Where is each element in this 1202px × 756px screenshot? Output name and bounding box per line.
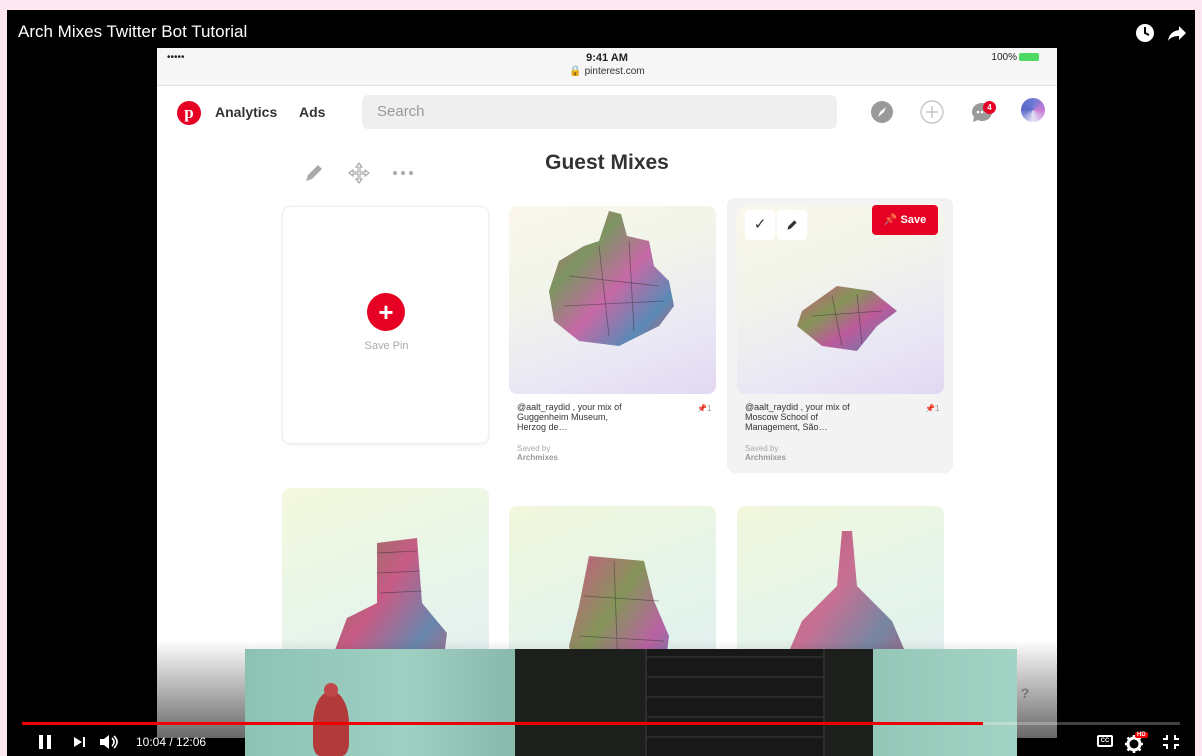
caption-line: @aalt_raydid , your mix of [517,402,622,412]
pin-caption: @aalt_raydid , your mix of Guggenheim Mu… [517,402,622,432]
battery-icon [1019,53,1039,62]
ipad-screen: ••••• 9:41 AM 🔒 pinterest.com 100% p Ana… [157,48,1057,738]
pin-count-value: 1 [706,404,712,413]
caption-line: Herzog de… [517,422,568,432]
browser-url[interactable]: 🔒 pinterest.com [157,66,1057,77]
saved-by: Saved by Archmixes [517,444,558,462]
share-icon[interactable] [1167,23,1187,43]
ios-status-bar: ••••• 9:41 AM 🔒 pinterest.com 100% [157,48,1057,86]
caption-line: Guggenheim Museum, [517,412,609,422]
next-icon[interactable] [73,734,87,750]
search-input[interactable]: Search [362,95,837,129]
saved-by-label: Saved by [745,444,779,453]
plus-icon[interactable]: + [367,293,405,331]
pinterest-header: p Analytics Ads Search [157,87,1057,147]
video-player[interactable]: ••••• 9:41 AM 🔒 pinterest.com 100% p Ana… [7,10,1195,756]
pinterest-logo-icon[interactable]: p [177,101,201,125]
architecture-model-image [549,211,674,346]
video-title[interactable]: Arch Mixes Twitter Bot Tutorial [18,22,247,42]
notification-badge: 4 [983,101,996,114]
battery-percent: 100% [991,52,1017,63]
captions-button[interactable]: CC [1097,735,1113,747]
nav-link-ads[interactable]: Ads [299,104,325,120]
player-controls: 10:04 / 12:06 CC HD [7,732,1195,756]
status-time: 9:41 AM [586,52,628,64]
saved-by-user[interactable]: Archmixes [745,453,786,462]
time-display: 10:04 / 12:06 [136,735,207,749]
save-pin-card[interactable]: + Save Pin [282,206,489,444]
compass-icon[interactable] [869,99,895,125]
edit-pin-button[interactable] [777,210,807,240]
pause-icon[interactable] [38,734,52,750]
progress-played [22,722,984,725]
pin-caption: @aalt_raydid , your mix of Moscow School… [745,402,850,432]
hd-badge: HD [1135,732,1148,738]
saved-by: Saved by Archmixes [745,444,786,462]
caption-line: Management, São… [745,422,828,432]
pin-count: 📌1 [925,404,940,413]
exit-fullscreen-icon[interactable] [1162,734,1180,750]
preview-figure-head [324,683,338,697]
pin-count: 📌1 [697,404,712,413]
avatar[interactable] [1021,98,1045,122]
pin-card[interactable]: @aalt_raydid , your mix of Guggenheim Mu… [509,206,716,466]
save-pin-label: Save Pin [364,340,409,352]
caption-line: Moscow School of [745,412,819,422]
pin-image [509,206,716,394]
save-button-label: Save [900,214,927,226]
select-check-button[interactable]: ✓ [745,210,775,240]
caption-line: @aalt_raydid , your mix of [745,402,850,412]
add-icon[interactable] [919,99,945,125]
watch-later-icon[interactable] [1135,23,1155,43]
battery-indicator: 100% [991,52,1039,63]
url-text: pinterest.com [584,66,645,77]
volume-icon[interactable] [99,734,125,750]
save-button[interactable]: 📌 Save [872,205,938,235]
architecture-model-image [797,286,897,351]
pin-count-value: 1 [934,404,940,413]
saved-by-label: Saved by [517,444,551,453]
saved-by-user[interactable]: Archmixes [517,453,558,462]
progress-bar[interactable] [22,722,1180,725]
pencil-icon [787,220,797,230]
pin-card[interactable]: ✓ @aalt_raydid , your mix of Moscow Scho… [737,206,944,466]
nav-link-analytics[interactable]: Analytics [215,104,277,120]
board-title: Guest Mixes [545,151,669,174]
